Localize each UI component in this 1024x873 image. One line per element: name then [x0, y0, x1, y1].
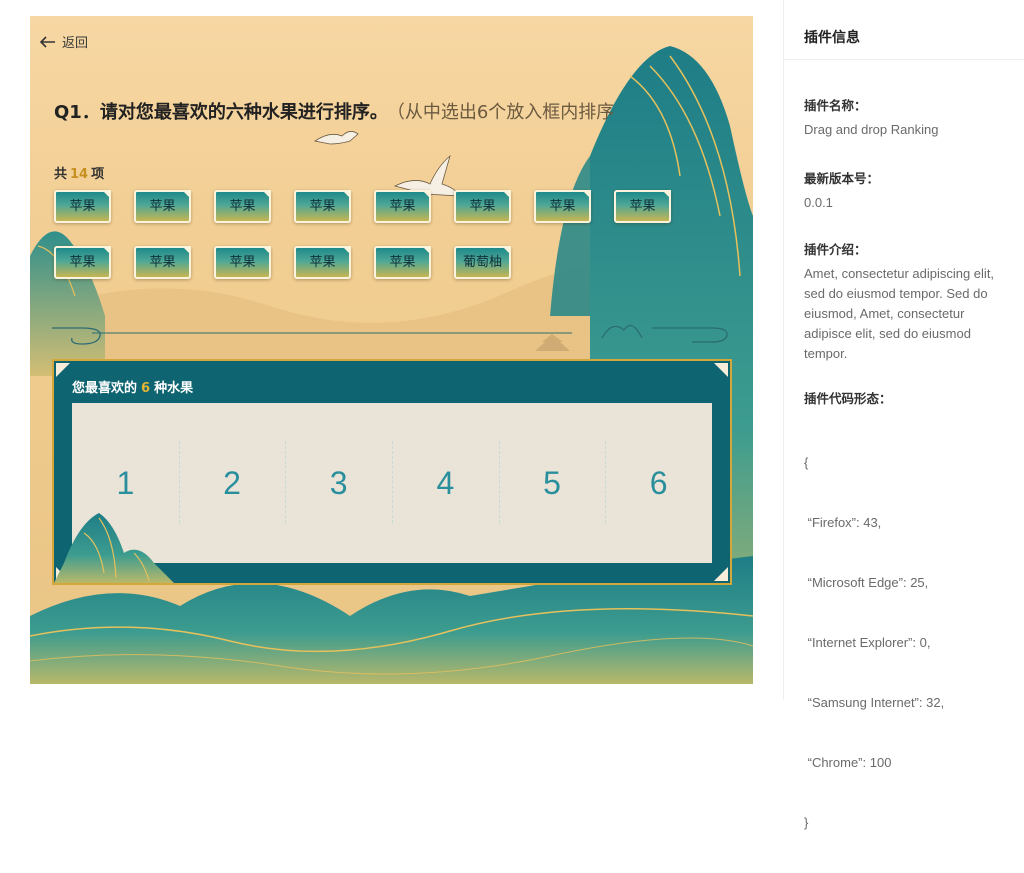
- rank-slot-4[interactable]: 4: [392, 403, 499, 563]
- plugin-code-label: 插件代码形态：: [804, 391, 892, 406]
- option-chip[interactable]: 苹果: [294, 246, 351, 279]
- code-line: “Chrome”: 100: [804, 755, 892, 770]
- decorative-divider: [52, 324, 728, 345]
- plugin-code-section: 插件代码形态： { “Firefox”: 43, “Microsoft Edge…: [804, 388, 1009, 873]
- corner-ornament: [714, 363, 728, 377]
- item-count: 共 14 项: [54, 163, 104, 182]
- plugin-intro-label: 插件介绍：: [804, 242, 867, 257]
- option-chip[interactable]: 苹果: [54, 190, 111, 223]
- plugin-code-block: { “Firefox”: 43, “Microsoft Edge”: 25, “…: [804, 413, 1009, 873]
- plugin-name-section: 插件名称： Drag and drop Ranking: [804, 95, 1009, 140]
- plugin-info-panel: 插件信息 插件名称： Drag and drop Ranking 最新版本号： …: [783, 0, 1024, 830]
- dropzone-suffix: 种水果: [154, 381, 194, 396]
- back-label: 返回: [62, 36, 89, 51]
- option-chip[interactable]: 苹果: [374, 246, 431, 279]
- code-line: “Microsoft Edge”: 25,: [804, 575, 929, 590]
- option-chip[interactable]: 苹果: [614, 190, 671, 223]
- dropzone-number: 6: [141, 381, 151, 396]
- question-number: Q1．: [54, 102, 100, 123]
- option-chip[interactable]: 苹果: [54, 246, 111, 279]
- rank-slot-6[interactable]: 6: [605, 403, 712, 563]
- question-hint: （从中选出6个放入框内排序: [395, 102, 615, 123]
- count-prefix: 共: [54, 167, 68, 182]
- survey-stage: 返回 Q1．请对您最喜欢的六种水果进行排序。 （从中选出6个放入框内排序 共 14 项…: [30, 16, 753, 684]
- rank-slot-5[interactable]: 5: [498, 403, 606, 563]
- code-line: “Internet Explorer”: 0,: [804, 635, 931, 650]
- dropzone-title: 您最喜欢的 6 种水果: [72, 377, 193, 396]
- plugin-version-value: 0.0.1: [804, 195, 833, 210]
- ranking-dropzone: 您最喜欢的 6 种水果 1 2 3 4 5 6: [52, 359, 732, 585]
- plugin-version-label: 最新版本号：: [804, 171, 880, 186]
- code-line: “Firefox”: 43,: [804, 515, 882, 530]
- question-text: 请对您最喜欢的六种水果进行排序。: [99, 102, 388, 123]
- code-line: “Samsung Internet”: 32,: [804, 695, 945, 710]
- back-button[interactable]: 返回: [40, 32, 88, 51]
- dropzone-prefix: 您最喜欢的: [72, 381, 138, 396]
- option-chip[interactable]: 葡萄柚: [454, 246, 511, 279]
- rank-slot-2[interactable]: 2: [178, 403, 286, 563]
- count-suffix: 项: [91, 167, 105, 182]
- option-chip[interactable]: 苹果: [454, 190, 511, 223]
- option-chip[interactable]: 苹果: [134, 190, 191, 223]
- option-chip[interactable]: 苹果: [294, 190, 351, 223]
- corner-ornament: [56, 363, 70, 377]
- panel-header: 插件信息: [784, 0, 1024, 60]
- plugin-intro-section: 插件介绍： Amet, consectetur adipiscing elit,…: [804, 239, 1009, 364]
- option-chip[interactable]: 苹果: [534, 190, 591, 223]
- plugin-version-section: 最新版本号： 0.0.1: [804, 168, 1009, 213]
- corner-ornament: [714, 567, 728, 581]
- plugin-name-label: 插件名称：: [804, 98, 867, 113]
- code-line: {: [804, 455, 809, 470]
- rank-slot-3[interactable]: 3: [285, 403, 392, 563]
- back-arrow-icon: [40, 35, 55, 48]
- mountain-decoration: [54, 513, 174, 583]
- code-line: }: [804, 815, 809, 830]
- option-chip[interactable]: 苹果: [374, 190, 431, 223]
- option-chip[interactable]: 苹果: [134, 246, 191, 279]
- question-title: Q1．请对您最喜欢的六种水果进行排序。 （从中选出6个放入框内排序: [54, 98, 614, 124]
- plugin-intro-value: Amet, consectetur adipiscing elit, sed d…: [804, 266, 995, 361]
- option-chip[interactable]: 苹果: [214, 190, 271, 223]
- count-value: 14: [70, 167, 89, 182]
- option-chip[interactable]: 苹果: [214, 246, 271, 279]
- plugin-name-value: Drag and drop Ranking: [804, 122, 939, 137]
